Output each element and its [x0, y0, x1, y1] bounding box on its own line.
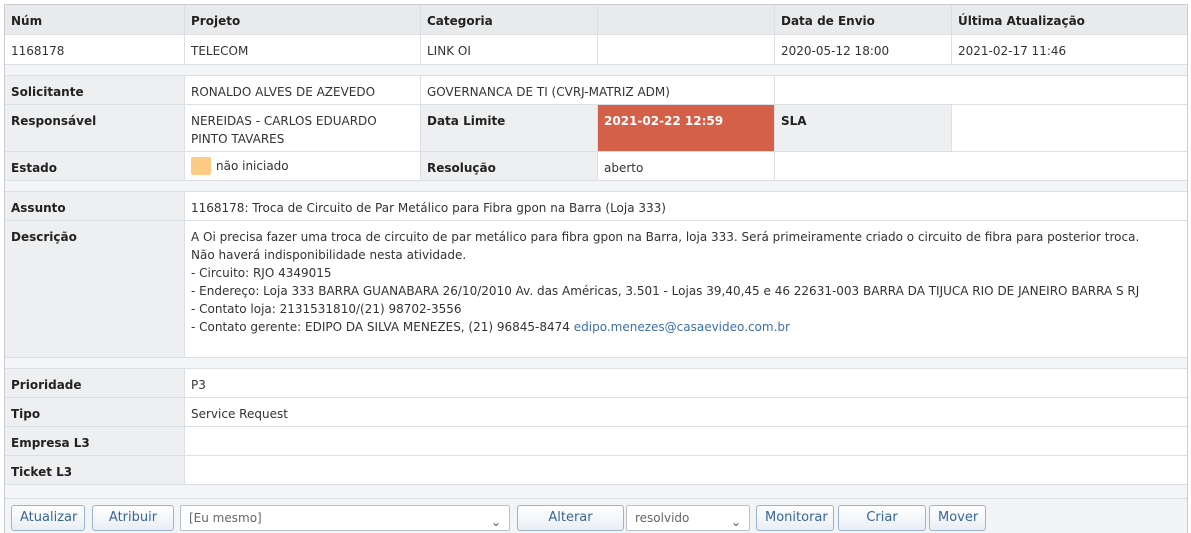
data-limite-label: Data Limite [420, 105, 597, 151]
header-ultima-atualizacao: Última Atualização [951, 5, 1187, 34]
assignee-select[interactable]: [Eu mesmo] ⌄ [180, 505, 510, 531]
spacer [5, 357, 1187, 368]
summary-num: 1168178 [11, 44, 65, 58]
sla-value [951, 105, 1187, 151]
summary-ultima-atualizacao: 2021-02-17 11:46 [951, 35, 1187, 64]
empresa-l3-row: Empresa L3 [5, 426, 1187, 455]
header-blank [597, 5, 774, 34]
estado-value-cell: não iniciado [184, 152, 420, 180]
empresa-l3-value [184, 427, 1187, 455]
atualizar-button[interactable]: Atualizar [11, 505, 85, 531]
solicitante-label: Solicitante [5, 76, 184, 104]
email-link[interactable]: edipo.menezes@casaevideo.com.br [574, 320, 790, 334]
spacer [5, 64, 1187, 75]
summary-categoria: LINK OI [420, 35, 597, 64]
ticket-l3-value [184, 456, 1187, 484]
issue-view-panel: Núm Projeto Categoria Data de Envio Últi… [4, 4, 1188, 533]
estado-label: Estado [5, 152, 184, 180]
resolucao-label: Resolução [420, 152, 597, 180]
criar-clone-button[interactable]: Criar Clone [838, 505, 926, 531]
descricao-label: Descrição [5, 221, 184, 357]
estado-empty [774, 152, 1187, 180]
header-projeto: Projeto [184, 5, 420, 34]
data-limite-value: 2021-02-22 12:59 [597, 105, 774, 151]
status-select[interactable]: resolvido ⌄ [626, 505, 750, 531]
descricao-value: A Oi precisa fazer uma troca de circuito… [184, 221, 1187, 357]
summary-projeto: TELECOM [184, 35, 420, 64]
solicitante-empty [774, 76, 1187, 104]
ticket-l3-label: Ticket L3 [5, 456, 184, 484]
status-color-swatch [191, 156, 211, 175]
summary-blank [597, 35, 774, 64]
empresa-l3-label: Empresa L3 [5, 427, 184, 455]
descricao-text: A Oi precisa fazer uma troca de circuito… [191, 230, 1140, 334]
action-bar: Atualizar Atribuir a: [Eu mesmo] ⌄ Alter… [5, 498, 1187, 533]
prioridade-label: Prioridade [5, 369, 184, 397]
chevron-down-icon: ⌄ [730, 515, 741, 529]
spacer [5, 180, 1187, 191]
descricao-row: Descrição A Oi precisa fazer uma troca d… [5, 220, 1187, 357]
prioridade-value: P3 [184, 369, 1187, 397]
solicitante-row: Solicitante RONALDO ALVES DE AZEVEDO GOV… [5, 75, 1187, 104]
tipo-value: Service Request [184, 398, 1187, 426]
header-num: Núm [11, 14, 43, 28]
assunto-label: Assunto [5, 192, 184, 220]
tipo-label: Tipo [5, 398, 184, 426]
responsavel-value: NEREIDAS - CARLOS EDUARDO PINTO TAVARES [184, 105, 420, 151]
summary-header-row: Núm Projeto Categoria Data de Envio Últi… [5, 5, 1187, 34]
responsavel-row: Responsável NEREIDAS - CARLOS EDUARDO PI… [5, 104, 1187, 151]
solicitante-value: RONALDO ALVES DE AZEVEDO [184, 76, 420, 104]
mover-button[interactable]: Mover [929, 505, 986, 531]
monitorar-button[interactable]: Monitorar [756, 505, 834, 531]
atribuir-button[interactable]: Atribuir a: [92, 505, 174, 531]
estado-value: não iniciado [216, 159, 289, 173]
tipo-row: Tipo Service Request [5, 397, 1187, 426]
estado-row: Estado não iniciado Resolução aberto [5, 151, 1187, 180]
assunto-row: Assunto 1168178: Troca de Circuito de Pa… [5, 191, 1187, 220]
summary-values-row: 1168178 TELECOM LINK OI 2020-05-12 18:00… [5, 34, 1187, 64]
status-selected: resolvido [635, 511, 690, 525]
resolucao-value: aberto [597, 152, 774, 180]
ticket-l3-row: Ticket L3 [5, 455, 1187, 484]
chevron-down-icon: ⌄ [490, 515, 501, 529]
summary-data-envio: 2020-05-12 18:00 [774, 35, 951, 64]
assunto-value: 1168178: Troca de Circuito de Par Metáli… [184, 192, 1187, 220]
alterar-status-button[interactable]: Alterar Status: [517, 505, 624, 531]
solicitante-group: GOVERNANCA DE TI (CVRJ-MATRIZ ADM) [420, 76, 774, 104]
spacer [5, 484, 1187, 498]
sla-label: SLA [774, 105, 951, 151]
header-data-envio: Data de Envio [774, 5, 951, 34]
prioridade-row: Prioridade P3 [5, 368, 1187, 397]
assignee-selected: [Eu mesmo] [189, 511, 262, 525]
header-categoria: Categoria [420, 5, 597, 34]
responsavel-label: Responsável [5, 105, 184, 151]
